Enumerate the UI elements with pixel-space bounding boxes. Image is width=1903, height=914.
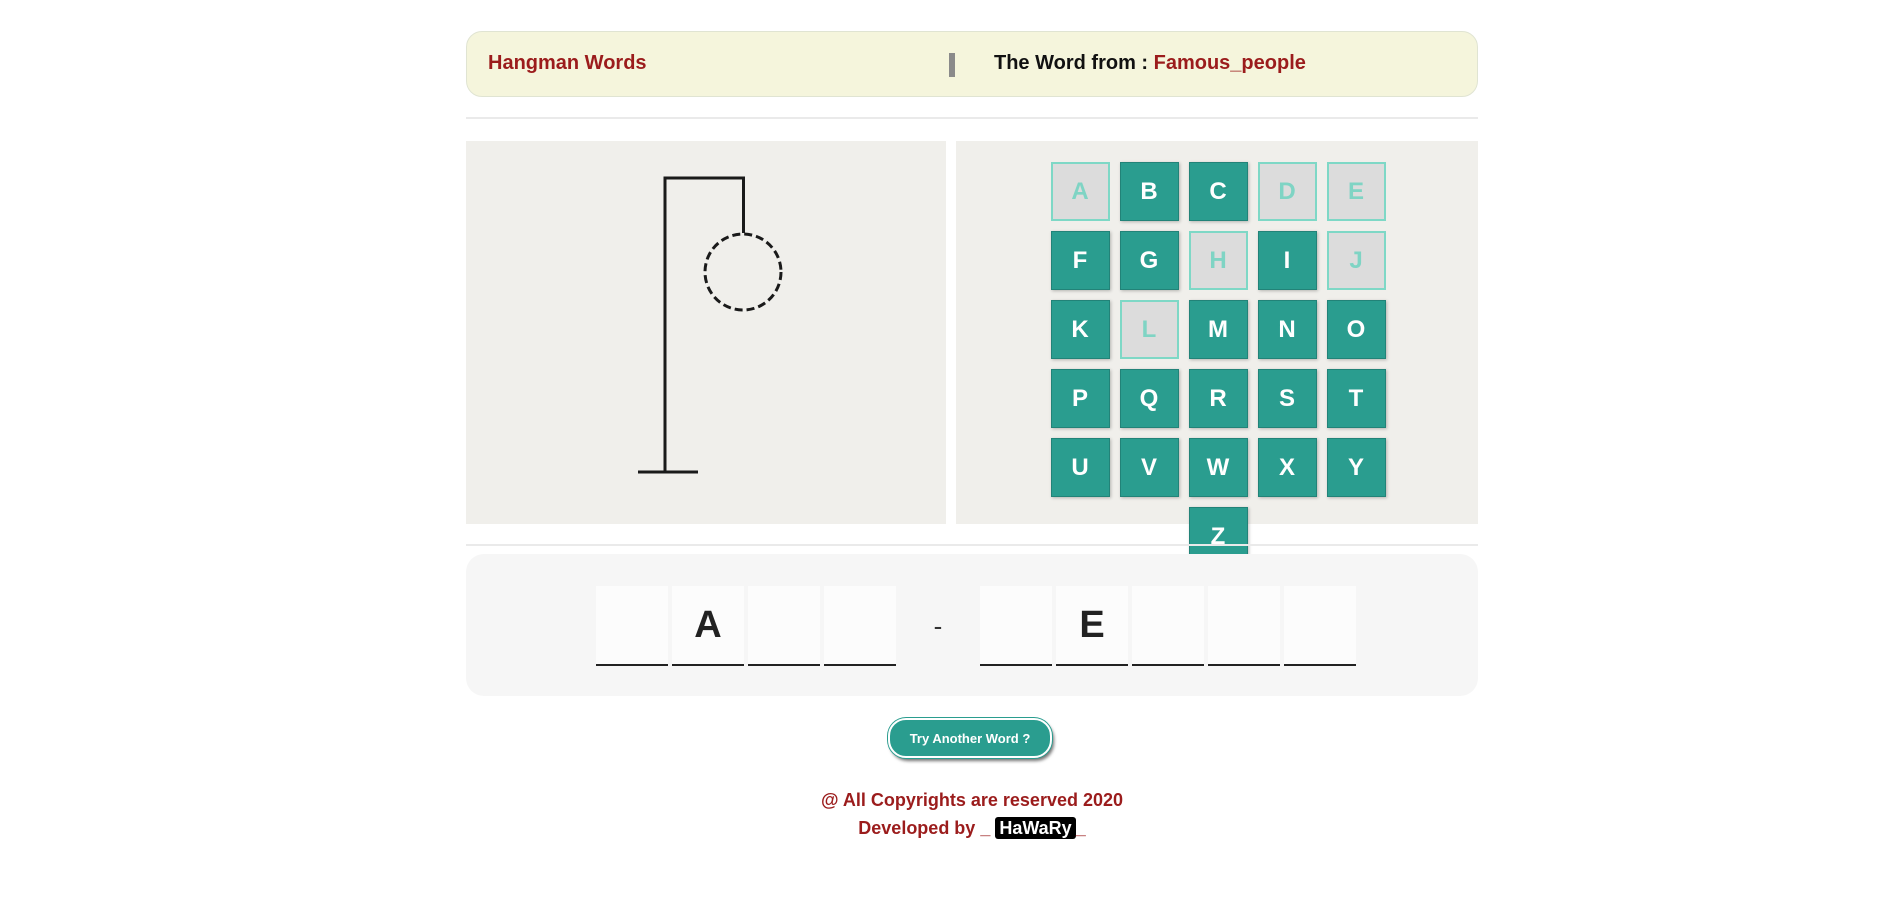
letter-key-m[interactable]: M (1188, 300, 1248, 359)
letter-key-c[interactable]: C (1188, 162, 1248, 221)
letter-key-k[interactable]: K (1050, 300, 1110, 359)
category-label: The Word from : (994, 52, 1154, 74)
letter-key-s[interactable]: S (1257, 369, 1317, 428)
word-separator: - (933, 610, 943, 641)
letter-slot (748, 586, 820, 666)
copyright-text: @ All Copyrights are reserved 2020 (820, 790, 1124, 810)
developed-by-suffix: _ (1075, 818, 1086, 838)
letter-slot (1208, 586, 1280, 666)
letter-grid: ABCDEFGHIJKLMNOPQRSTUVWXYZ (1020, 162, 1416, 566)
letter-key-r[interactable]: R (1188, 369, 1248, 428)
gallows-drawing (638, 176, 783, 474)
letter-slot (980, 586, 1052, 666)
developer-credit: Developed by _ HaWaRy _ (466, 817, 1478, 839)
letter-key-p[interactable]: P (1050, 369, 1110, 428)
hangman-drawing-panel (466, 141, 946, 524)
letter-key-t[interactable]: T (1326, 369, 1386, 428)
letter-slot (824, 586, 896, 666)
developer-name: HaWaRy (995, 817, 1076, 839)
try-another-word-button[interactable]: Try Another Word ? (888, 718, 1052, 758)
word-slots: A-E (596, 586, 1360, 666)
letter-key-u[interactable]: U (1050, 438, 1110, 497)
letter-key-x[interactable]: X (1257, 438, 1317, 497)
letter-slot (596, 586, 668, 666)
divider (466, 117, 1478, 119)
letter-keyboard-panel: ABCDEFGHIJKLMNOPQRSTUVWXYZ (956, 141, 1478, 566)
letter-key-y[interactable]: Y (1326, 438, 1386, 497)
letter-key-i[interactable]: I (1257, 231, 1317, 290)
app-title: Hangman Words (488, 52, 647, 74)
hangman-app: Hangman Words The Word from : Famous_peo… (466, 31, 1478, 839)
letter-key-l[interactable]: L (1119, 300, 1179, 359)
letter-key-e[interactable]: E (1326, 162, 1386, 221)
word-display-panel: A-E (466, 554, 1478, 696)
letter-slot (1132, 586, 1204, 666)
letter-key-n[interactable]: N (1257, 300, 1317, 359)
category-value: Famous_people (1153, 52, 1306, 74)
letter-key-g[interactable]: G (1119, 231, 1179, 290)
letter-slot: A (672, 586, 744, 666)
header-separator (949, 53, 955, 77)
developed-by-label: Developed by _ (858, 818, 996, 838)
letter-key-w[interactable]: W (1188, 438, 1248, 497)
header-bar: Hangman Words The Word from : Famous_peo… (466, 31, 1478, 97)
letter-key-f[interactable]: F (1050, 231, 1110, 290)
hangman-head (703, 232, 783, 312)
letter-key-j[interactable]: J (1326, 231, 1386, 290)
letter-key-h[interactable]: H (1188, 231, 1248, 290)
letter-key-q[interactable]: Q (1119, 369, 1179, 428)
letter-key-o[interactable]: O (1326, 300, 1386, 359)
letter-slot: E (1056, 586, 1128, 666)
letter-key-b[interactable]: B (1119, 162, 1179, 221)
letter-slot (1284, 586, 1356, 666)
category-indicator: The Word from : Famous_people (994, 52, 1306, 75)
letter-key-a[interactable]: A (1050, 162, 1110, 221)
letter-key-v[interactable]: V (1119, 438, 1179, 497)
letter-key-d[interactable]: D (1257, 162, 1317, 221)
divider (466, 544, 1478, 546)
